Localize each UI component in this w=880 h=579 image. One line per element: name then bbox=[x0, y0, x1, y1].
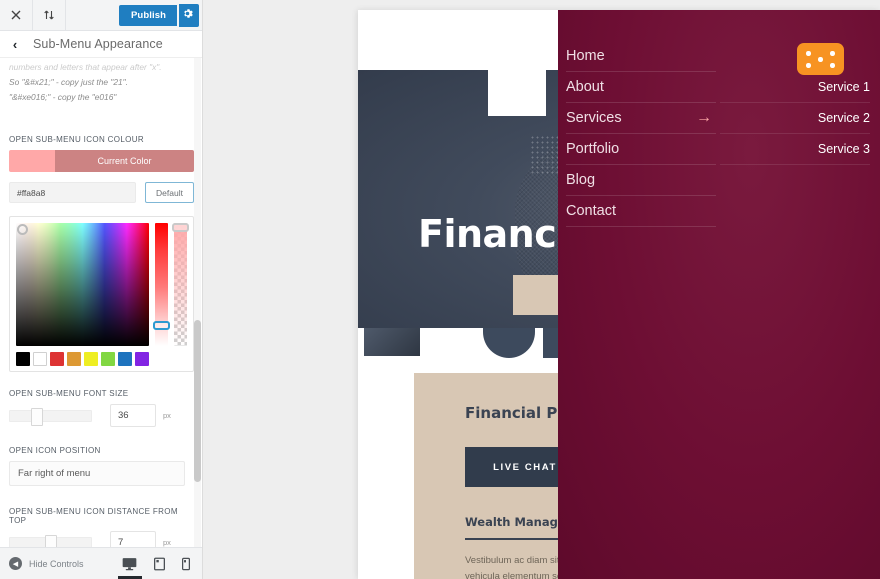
font-size-slider-knob[interactable] bbox=[30, 407, 43, 426]
menu-item-label: Home bbox=[566, 48, 605, 64]
hero-decor-square-1 bbox=[488, 70, 546, 116]
font-size-slider[interactable] bbox=[9, 407, 92, 426]
color-swatch-row bbox=[16, 352, 187, 366]
menu-item-label: About bbox=[566, 79, 604, 95]
mega-menu-overlay: Home About Services → Portfolio Blog Contact S… bbox=[558, 10, 880, 579]
menu-item-label: Contact bbox=[566, 203, 616, 219]
menu-item-label: Blog bbox=[566, 172, 596, 188]
panel-body: numbers and letters that appear after "x… bbox=[0, 58, 202, 547]
sort-arrows-icon[interactable] bbox=[33, 0, 66, 31]
distance-top-slider[interactable] bbox=[9, 534, 92, 547]
builder-settings-panel: Publish ‹ Sub-Menu Appearance numbers an… bbox=[0, 0, 203, 579]
device-preview-toggles bbox=[122, 557, 202, 571]
color-swatch-7[interactable] bbox=[118, 352, 132, 366]
font-size-input[interactable] bbox=[110, 404, 156, 427]
saturation-value-cursor[interactable] bbox=[17, 224, 28, 235]
color-picker-top bbox=[16, 223, 189, 346]
hex-row: Default bbox=[9, 182, 194, 203]
strip-thumbnail bbox=[364, 328, 420, 356]
color-swatch-3[interactable] bbox=[50, 352, 64, 366]
strip-arch-1 bbox=[483, 328, 535, 358]
color-swatch-6[interactable] bbox=[101, 352, 115, 366]
menu-item-label: Services bbox=[566, 110, 622, 126]
saturation-value-area[interactable] bbox=[16, 223, 149, 346]
help-text-block: numbers and letters that appear after "x… bbox=[0, 58, 202, 105]
color-swatch-1[interactable] bbox=[16, 352, 30, 366]
sub-menu-item-label: Service 1 bbox=[817, 80, 870, 94]
icon-position-input[interactable] bbox=[9, 461, 185, 486]
menu-item-services[interactable]: Services → bbox=[566, 103, 716, 134]
menu-item-label: Portfolio bbox=[566, 141, 620, 157]
page-title: Sub-Menu Appearance bbox=[33, 37, 163, 51]
distance-top-slider-knob[interactable] bbox=[45, 534, 58, 547]
color-picker[interactable] bbox=[9, 216, 194, 372]
font-size-field: px bbox=[9, 404, 194, 427]
sub-menu-item-1[interactable]: Service 1 bbox=[720, 72, 870, 103]
font-size-field-label: OPEN SUB-MENU FONT SIZE bbox=[9, 389, 129, 398]
sub-menu-item-2[interactable]: Service 2 bbox=[720, 103, 870, 134]
menu-item-contact[interactable]: Contact bbox=[566, 196, 716, 227]
sub-menu-item-label: Service 3 bbox=[817, 142, 870, 156]
hex-color-input[interactable] bbox=[9, 182, 136, 203]
color-swatch-2[interactable] bbox=[33, 352, 47, 366]
distance-top-field-label: OPEN SUB-MENU ICON DISTANCE FROM TOP bbox=[9, 507, 178, 525]
back-chevron-icon[interactable]: ‹ bbox=[0, 31, 30, 58]
hero-title: Financi bbox=[418, 212, 569, 256]
hue-slider[interactable] bbox=[153, 223, 170, 346]
default-color-button[interactable]: Default bbox=[145, 182, 194, 203]
color-swatch-4[interactable] bbox=[67, 352, 81, 366]
gear-icon[interactable] bbox=[179, 4, 199, 27]
tablet-icon[interactable] bbox=[154, 557, 165, 571]
icon-position-field-label: OPEN ICON POSITION bbox=[9, 446, 101, 455]
distance-top-input[interactable] bbox=[110, 531, 156, 547]
color-swatch-8[interactable] bbox=[135, 352, 149, 366]
color-swatch-5[interactable] bbox=[84, 352, 98, 366]
hide-controls-button[interactable]: ◀ Hide Controls bbox=[0, 557, 84, 570]
help-text-line-1: numbers and letters that appear after "x… bbox=[9, 62, 162, 72]
alpha-slider[interactable] bbox=[172, 223, 189, 346]
hide-controls-label: Hide Controls bbox=[29, 558, 84, 569]
panel-toolbar: Publish bbox=[0, 0, 202, 31]
close-icon[interactable] bbox=[0, 0, 33, 31]
hide-controls-icon: ◀ bbox=[9, 557, 22, 570]
help-text-line-3: "&#xe016;" - copy the "e016" bbox=[9, 92, 117, 102]
current-color-swatch bbox=[9, 150, 55, 172]
font-size-unit: px bbox=[163, 411, 171, 420]
current-color-bar[interactable]: Current Color bbox=[9, 150, 194, 172]
app-root: Publish ‹ Sub-Menu Appearance numbers an… bbox=[0, 0, 880, 579]
panel-header: ‹ Sub-Menu Appearance bbox=[0, 31, 202, 58]
current-color-label: Current Color bbox=[55, 150, 194, 172]
panel-footer: ◀ Hide Controls bbox=[0, 547, 202, 579]
alpha-slider-knob[interactable] bbox=[172, 223, 189, 232]
menu-item-home[interactable]: Home bbox=[566, 41, 716, 72]
sub-menu-item-3[interactable]: Service 3 bbox=[720, 134, 870, 165]
panel-scrollbar-thumb[interactable] bbox=[194, 320, 201, 482]
five-dot-dice-icon[interactable] bbox=[797, 43, 844, 75]
help-text-line-2: So "&#x21;" - copy just the "21". bbox=[9, 77, 128, 87]
publish-button[interactable]: Publish bbox=[118, 5, 177, 26]
menu-item-portfolio[interactable]: Portfolio bbox=[566, 134, 716, 165]
phone-icon[interactable] bbox=[182, 557, 190, 571]
submenu-arrow-icon[interactable]: → bbox=[696, 110, 712, 126]
distance-top-unit: px bbox=[163, 538, 171, 547]
publish-group: Publish bbox=[118, 4, 199, 27]
distance-top-field: px bbox=[9, 531, 194, 547]
sub-menu-item-label: Service 2 bbox=[817, 111, 870, 125]
desktop-icon[interactable] bbox=[122, 557, 137, 571]
menu-item-about[interactable]: About bbox=[566, 72, 716, 103]
menu-item-blog[interactable]: Blog bbox=[566, 165, 716, 196]
color-field-label: OPEN SUB-MENU ICON COLOUR bbox=[9, 135, 144, 144]
hue-slider-knob[interactable] bbox=[153, 321, 170, 330]
